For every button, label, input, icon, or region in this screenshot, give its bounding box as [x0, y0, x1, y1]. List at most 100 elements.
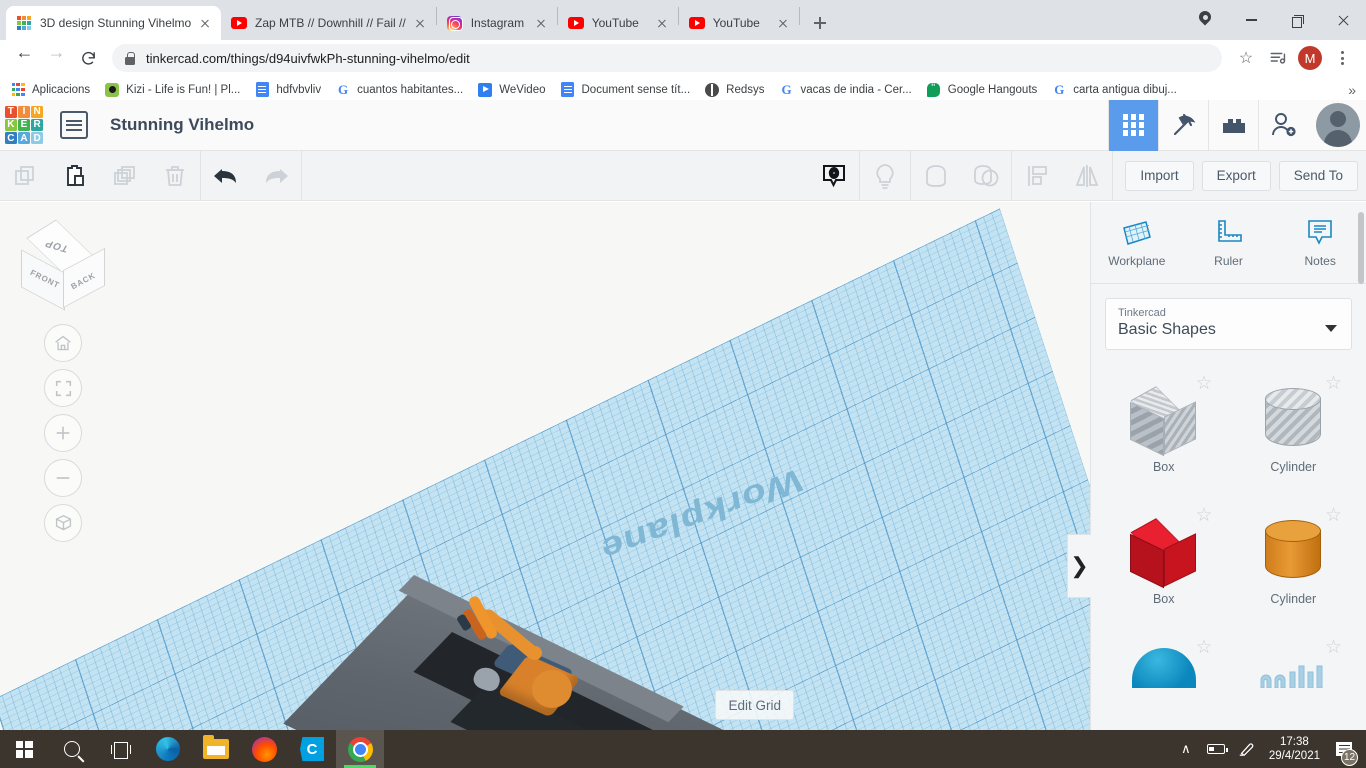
profile-avatar[interactable]: M [1294, 42, 1326, 74]
tinkercad-logo[interactable]: T I N K E R C A D [2, 103, 46, 147]
favorite-star-icon[interactable]: ☆ [1195, 636, 1212, 659]
align-icon[interactable] [1012, 151, 1062, 201]
close-icon[interactable] [412, 15, 428, 31]
show-hide-icon[interactable] [809, 151, 859, 201]
browser-tab[interactable]: YouTube [558, 6, 678, 40]
browser-tab[interactable]: YouTube [679, 6, 799, 40]
library-owner: Tinkercad [1118, 307, 1166, 319]
mirror-icon[interactable] [1062, 151, 1112, 201]
ungroup-icon[interactable] [961, 151, 1011, 201]
shape-library-select[interactable]: Tinkercad Basic Shapes [1105, 298, 1352, 350]
blocks-icon[interactable] [1208, 99, 1258, 151]
grid-gallery-icon[interactable] [1108, 99, 1158, 151]
shape-item[interactable]: ☆ [1099, 628, 1229, 688]
shapes-scrollbar[interactable] [1358, 212, 1364, 284]
pen-icon[interactable] [1231, 730, 1261, 768]
excavator-model[interactable] [450, 594, 610, 730]
copy-icon[interactable] [0, 151, 50, 201]
zoom-out-icon[interactable] [44, 459, 82, 497]
light-bulb-icon[interactable] [860, 151, 910, 201]
redo-icon[interactable] [251, 151, 301, 201]
maximize-button[interactable] [1274, 4, 1320, 36]
bookmark-star-icon[interactable]: ☆ [1230, 42, 1262, 74]
edge-icon[interactable] [144, 730, 192, 768]
export-button[interactable]: Export [1201, 160, 1271, 191]
firefox-icon[interactable] [240, 730, 288, 768]
notifications-button[interactable]: 12 [1328, 730, 1360, 768]
import-button[interactable]: Import [1125, 160, 1194, 191]
back-button[interactable] [8, 42, 40, 74]
notes-tool[interactable]: Notes [1274, 202, 1366, 283]
close-icon[interactable] [775, 15, 791, 31]
undo-icon[interactable] [201, 151, 251, 201]
shape-item[interactable]: ☆ Cylinder [1229, 496, 1359, 628]
chrome-menu-icon[interactable] [1326, 42, 1358, 74]
ruler-tool[interactable]: Ruler [1183, 202, 1275, 283]
reload-icon[interactable] [72, 42, 104, 74]
favorite-star-icon[interactable]: ☆ [1325, 636, 1342, 659]
send-to-button[interactable]: Send To [1278, 160, 1358, 191]
bookmark-label: Redsys [726, 83, 765, 96]
forward-button[interactable] [40, 42, 72, 74]
favorite-star-icon[interactable]: ☆ [1325, 372, 1342, 395]
close-icon[interactable] [197, 15, 213, 31]
ortho-perspective-icon[interactable] [44, 504, 82, 542]
battery-icon[interactable] [1201, 730, 1231, 768]
group-icon[interactable] [911, 151, 961, 201]
close-icon[interactable] [654, 15, 670, 31]
bookmark-item[interactable]: Redsys [704, 82, 765, 98]
toolbar-separator [1112, 150, 1114, 201]
duplicate-icon[interactable] [100, 151, 150, 201]
favorite-star-icon[interactable]: ☆ [1325, 504, 1342, 527]
3d-viewport[interactable]: Workplane TOP FRONT BACK Edit Grid [0, 202, 1090, 730]
workplane-tool[interactable]: Workplane [1091, 202, 1183, 283]
invite-person-icon[interactable] [1258, 99, 1308, 151]
shape-item[interactable]: ☆ [1229, 628, 1359, 688]
start-icon[interactable] [0, 730, 48, 768]
reading-list-icon[interactable] [1262, 42, 1294, 74]
bookmark-item[interactable]: G vacas de india - Cer... [779, 82, 911, 98]
edit-grid-button[interactable]: Edit Grid [715, 690, 794, 720]
browser-tab[interactable]: Instagram [437, 6, 557, 40]
bookmark-item[interactable]: Document sense tít... [560, 82, 690, 98]
view-cube[interactable]: TOP FRONT BACK [15, 218, 111, 311]
minimize-button[interactable] [1228, 4, 1274, 36]
user-avatar[interactable] [1316, 103, 1360, 147]
chevron-up-icon[interactable]: ∧ [1171, 730, 1201, 768]
panel-collapse-button[interactable]: ❯ [1067, 534, 1091, 598]
shape-item[interactable]: ☆ Box [1099, 364, 1229, 496]
close-window-button[interactable] [1320, 4, 1366, 36]
bookmark-item[interactable]: G cuantos habitantes... [335, 82, 463, 98]
bookmark-item[interactable]: G carta antigua dibuj... [1051, 82, 1177, 98]
shape-item[interactable]: ☆ Cylinder [1229, 364, 1359, 496]
bookmark-item[interactable]: hdfvbvliv [254, 82, 321, 98]
profile-pin-icon[interactable] [1182, 4, 1228, 36]
browser-toolbar: tinkercad.com/things/d94uivfwkPh-stunnin… [0, 40, 1366, 76]
browser-tab[interactable]: Zap MTB // Downhill // Fail // [221, 6, 436, 40]
file-explorer-icon[interactable] [192, 730, 240, 768]
task-view-icon[interactable] [96, 730, 144, 768]
codeblocks-pickaxe-icon[interactable] [1158, 99, 1208, 151]
chrome-icon[interactable] [336, 730, 384, 768]
clock[interactable]: 17:38 29/4/2021 [1261, 735, 1328, 763]
project-menu-icon[interactable] [60, 111, 88, 139]
box-red-thumbnail [1128, 518, 1200, 589]
text-shape-thumbnail [1260, 665, 1323, 688]
zoom-in-icon[interactable] [44, 414, 82, 452]
shape-item[interactable]: ☆ Box [1099, 496, 1229, 628]
bookmark-item[interactable]: Kizi - Life is Fun! | Pl... [104, 82, 240, 98]
fit-to-view-icon[interactable] [44, 369, 82, 407]
search-icon[interactable] [48, 730, 96, 768]
browser-tab[interactable]: 3D design Stunning Vihelmo [6, 6, 221, 40]
c-app-icon[interactable]: C [288, 730, 336, 768]
bookmark-item[interactable]: Aplicacions [10, 82, 90, 98]
address-bar[interactable]: tinkercad.com/things/d94uivfwkPh-stunnin… [112, 44, 1222, 72]
delete-icon[interactable] [150, 151, 200, 201]
bookmarks-overflow-icon[interactable]: » [1348, 82, 1356, 98]
paste-icon[interactable] [50, 151, 100, 201]
close-icon[interactable] [533, 15, 549, 31]
home-view-icon[interactable] [44, 324, 82, 362]
bookmark-item[interactable]: WeVideo [477, 82, 546, 98]
bookmark-item[interactable]: Google Hangouts [926, 82, 1037, 98]
new-tab-button[interactable] [806, 9, 834, 37]
